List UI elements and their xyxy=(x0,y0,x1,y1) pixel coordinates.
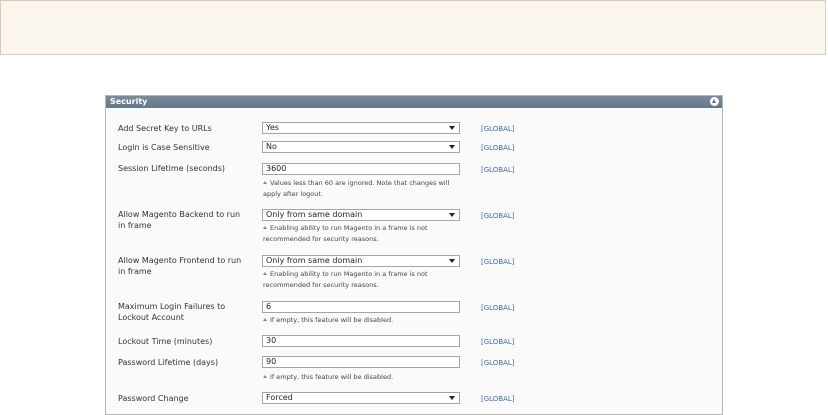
field-label-frontend-frame: Allow Magento Frontend to run in frame xyxy=(118,256,242,276)
dropdown-arrow-icon xyxy=(449,396,455,400)
scope-label: [GLOBAL] xyxy=(481,258,515,266)
scope-label: [GLOBAL] xyxy=(481,359,515,367)
select-value: Only from same domain xyxy=(266,256,363,265)
session-lifetime-input[interactable]: 3600 xyxy=(262,163,460,175)
select-value: No xyxy=(266,142,277,151)
login-case-sensitive-select[interactable]: No xyxy=(262,141,460,153)
dropdown-arrow-icon xyxy=(449,213,455,217)
add-secret-key-select[interactable]: Yes xyxy=(262,122,460,134)
backend-frame-select[interactable]: Only from same domain xyxy=(262,209,460,221)
field-label-password-lifetime: Password Lifetime (days) xyxy=(118,358,219,367)
note-icon xyxy=(263,375,267,378)
scope-label: [GLOBAL] xyxy=(481,125,515,133)
scope-label: [GLOBAL] xyxy=(481,338,515,346)
max-login-failures-input[interactable]: 6 xyxy=(262,301,460,313)
security-section: Security Add Secret Key to URLs Yes [GLO… xyxy=(105,95,723,415)
select-value: Only from same domain xyxy=(266,210,363,219)
section-header[interactable]: Security xyxy=(106,96,722,108)
frontend-frame-select[interactable]: Only from same domain xyxy=(262,255,460,267)
field-label-password-change: Password Change xyxy=(118,394,189,403)
chevron-up-icon[interactable] xyxy=(710,97,719,106)
field-note: If empty, this feature will be disabled. xyxy=(263,315,463,326)
select-value: Forced xyxy=(266,393,293,402)
field-label-session-lifetime: Session Lifetime (seconds) xyxy=(118,164,226,173)
scope-label: [GLOBAL] xyxy=(481,304,515,312)
field-note: Values less than 60 are ignored. Note th… xyxy=(263,179,450,198)
password-lifetime-input[interactable]: 90 xyxy=(262,356,460,368)
password-change-select[interactable]: Forced xyxy=(262,392,460,404)
scope-label: [GLOBAL] xyxy=(481,395,515,403)
field-note: If empty, this feature will be disabled. xyxy=(263,372,463,383)
dropdown-arrow-icon xyxy=(449,145,455,149)
lockout-time-input[interactable]: 30 xyxy=(262,335,460,347)
field-note: Enabling ability to run Magento in a fra… xyxy=(263,270,428,289)
field-note: Enabling ability to run Magento in a fra… xyxy=(263,224,428,243)
note-icon xyxy=(263,272,267,275)
field-label-add-secret-key: Add Secret Key to URLs xyxy=(118,124,212,133)
field-label-login-case-sensitive: Login is Case Sensitive xyxy=(118,143,210,152)
field-label-max-login-failures: Maximum Login Failures to Lockout Accoun… xyxy=(118,302,226,322)
field-label-lockout-time: Lockout Time (minutes) xyxy=(118,337,213,346)
scope-label: [GLOBAL] xyxy=(481,212,515,220)
message-box xyxy=(0,0,826,55)
select-value: Yes xyxy=(266,123,279,132)
dropdown-arrow-icon xyxy=(449,259,455,263)
scope-label: [GLOBAL] xyxy=(481,144,515,152)
scope-label: [GLOBAL] xyxy=(481,166,515,174)
section-title: Security xyxy=(110,97,148,106)
dropdown-arrow-icon xyxy=(449,126,455,130)
note-icon xyxy=(263,318,267,321)
field-label-backend-frame: Allow Magento Backend to run in frame xyxy=(118,210,241,230)
note-icon xyxy=(263,226,267,229)
note-icon xyxy=(263,181,267,184)
